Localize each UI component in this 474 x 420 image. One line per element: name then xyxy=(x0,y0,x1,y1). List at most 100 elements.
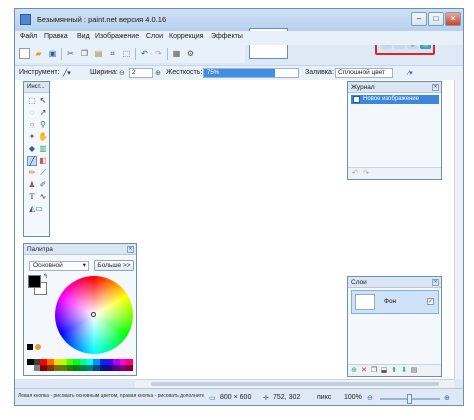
layers-close-icon[interactable]: ✕ xyxy=(432,279,439,286)
maximize-button[interactable]: □ xyxy=(428,12,444,26)
minimize-button[interactable]: – xyxy=(411,12,427,26)
history-item[interactable]: Новое изображение xyxy=(351,95,439,104)
history-close-icon[interactable]: ✕ xyxy=(432,84,439,91)
zoom-in-icon[interactable]: ⊕ xyxy=(444,394,450,402)
undo-icon[interactable]: ↶ xyxy=(139,48,150,59)
vertical-scrollbar[interactable] xyxy=(454,80,463,379)
crop-icon[interactable]: ⌗ xyxy=(107,48,118,59)
menu-layers[interactable]: Слои xyxy=(146,33,163,40)
save-icon[interactable]: ▣ xyxy=(47,48,58,59)
add-layer-icon[interactable]: ⊕ xyxy=(350,367,358,375)
eraser-icon[interactable]: ◧ xyxy=(38,156,48,166)
color-mode-select[interactable]: Основной ▾ xyxy=(29,261,89,271)
palette-swatch[interactable] xyxy=(40,365,47,371)
horizontal-scroll-thumb[interactable] xyxy=(151,382,439,386)
palette-swatch[interactable] xyxy=(66,365,74,371)
menu-view[interactable]: Вид xyxy=(77,33,90,40)
magic-wand-icon[interactable]: ✦ xyxy=(27,132,37,142)
width-increase-icon[interactable]: ⊕ xyxy=(155,69,161,77)
palette-swatch[interactable] xyxy=(33,365,41,371)
palette-add-icon[interactable] xyxy=(35,344,41,350)
width-label: Ширина: xyxy=(90,69,118,76)
pencil-icon[interactable]: ✏ xyxy=(27,168,37,178)
duplicate-layer-icon[interactable]: ❐ xyxy=(370,367,378,375)
deselect-icon[interactable]: ⬚ xyxy=(121,48,132,59)
fill-select[interactable]: Сплошной цвет xyxy=(335,68,393,78)
menu-adjustments[interactable]: Коррекция xyxy=(169,33,203,40)
gradient-icon[interactable]: ▥ xyxy=(38,144,48,154)
palette-swatch[interactable] xyxy=(60,365,67,371)
lasso-select-icon[interactable]: ◌ xyxy=(27,108,37,118)
move-layer-down-icon[interactable]: ⬇ xyxy=(400,367,408,375)
cut-icon[interactable]: ✂ xyxy=(65,48,76,59)
hardness-slider[interactable]: 75% xyxy=(203,68,299,78)
merge-layer-icon[interactable]: ⬓ xyxy=(380,367,388,375)
shapes-icon[interactable]: ◭▭ xyxy=(27,204,45,214)
width-input[interactable]: 2 xyxy=(129,68,153,78)
pan-icon[interactable]: ✋ xyxy=(38,132,48,142)
antialiasing-icon[interactable]: ∕▾ xyxy=(408,69,413,77)
settings-icon[interactable]: ⚙ xyxy=(185,48,196,59)
move-pixels-icon[interactable]: ↗ xyxy=(38,108,48,118)
palette-swatch[interactable] xyxy=(86,365,94,371)
move-selection-icon[interactable]: ↖ xyxy=(38,96,48,106)
menu-edit[interactable]: Правка xyxy=(44,33,68,40)
menu-file[interactable]: Файл xyxy=(20,33,37,40)
zoom-value[interactable]: 100% xyxy=(344,394,362,401)
paint-bucket-icon[interactable]: ◆ xyxy=(27,144,37,154)
palette-swatch[interactable] xyxy=(73,365,80,371)
palette-swatch[interactable] xyxy=(27,365,34,371)
menu-image[interactable]: Изображение xyxy=(95,33,139,40)
menu-effects[interactable]: Эффекты xyxy=(211,33,243,40)
width-decrease-icon[interactable]: ⊖ xyxy=(119,69,125,77)
reset-colors-icon[interactable] xyxy=(27,344,33,350)
palette-swatch[interactable] xyxy=(53,365,61,371)
horizontal-scrollbar[interactable] xyxy=(135,379,454,388)
move-layer-up-icon[interactable]: ⬆ xyxy=(390,367,398,375)
redo-icon[interactable]: ↷ xyxy=(153,48,164,59)
delete-layer-icon[interactable]: ✕ xyxy=(360,367,368,375)
color-wheel[interactable] xyxy=(55,276,133,354)
paintbrush-tool-icon[interactable]: ╱ xyxy=(27,156,37,166)
palette-swatch[interactable] xyxy=(46,365,54,371)
units-select[interactable]: пикс xyxy=(317,394,331,401)
new-file-icon[interactable] xyxy=(19,48,30,59)
layer-properties-icon[interactable]: ▤ xyxy=(410,367,418,375)
history-redo-icon[interactable]: ↷ xyxy=(362,170,370,178)
palette-swatch[interactable] xyxy=(106,365,114,371)
paintbrush-icon[interactable]: ╱▾ xyxy=(63,69,71,77)
color-wheel-marker[interactable] xyxy=(91,312,96,317)
grid-icon[interactable]: ▦ xyxy=(171,48,182,59)
clone-stamp-icon[interactable]: ♟ xyxy=(27,180,37,190)
copy-icon[interactable]: ❐ xyxy=(79,48,90,59)
recolor-icon[interactable]: ✐ xyxy=(38,180,48,190)
ellipse-select-icon[interactable]: ○ xyxy=(27,120,37,130)
layer-thumbnail xyxy=(355,294,375,310)
palette-swatch[interactable] xyxy=(126,365,133,371)
swap-colors-icon[interactable]: ↰ xyxy=(43,273,48,280)
text-tool-icon[interactable]: T xyxy=(27,192,37,202)
layer-name: Фон xyxy=(384,298,397,305)
zoom-slider[interactable] xyxy=(380,394,440,404)
rectangle-select-icon[interactable]: ⬚ xyxy=(27,96,37,106)
palette-close-icon[interactable]: ✕ xyxy=(127,246,134,253)
zoom-icon[interactable]: ⚲ xyxy=(38,120,48,130)
palette-swatch[interactable] xyxy=(99,365,107,371)
history-panel-header: Журнал ✕ xyxy=(348,82,441,93)
palette-swatch[interactable] xyxy=(93,365,100,371)
layer-item[interactable]: Фон ✓ xyxy=(351,290,439,314)
layer-visibility-checkbox[interactable]: ✓ xyxy=(427,298,434,305)
zoom-slider-thumb[interactable] xyxy=(407,394,412,404)
more-button[interactable]: Больше >> xyxy=(94,260,134,271)
paste-icon[interactable]: ▤ xyxy=(93,48,104,59)
history-undo-icon[interactable]: ↶ xyxy=(351,170,359,178)
palette-swatch[interactable] xyxy=(119,365,127,371)
palette-swatch[interactable] xyxy=(113,365,120,371)
zoom-out-icon[interactable]: ⊖ xyxy=(367,394,373,402)
palette-swatch[interactable] xyxy=(80,365,87,371)
primary-color-swatch[interactable] xyxy=(28,275,41,288)
open-folder-icon[interactable]: ▰ xyxy=(33,48,44,59)
line-curve-icon[interactable]: ∿ xyxy=(38,192,48,202)
color-picker-icon[interactable]: ⟋ xyxy=(38,168,48,178)
close-button[interactable]: ✕ xyxy=(445,12,461,26)
